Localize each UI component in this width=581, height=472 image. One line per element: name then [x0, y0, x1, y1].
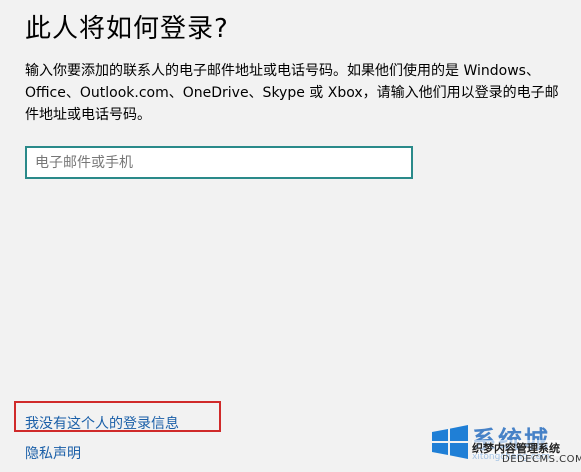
watermark: 系统城 织梦内容管理系统 xitongcheng.com DEDECMS.COM — [428, 418, 581, 470]
no-signin-info-link[interactable]: 我没有这个人的登录信息 — [25, 413, 179, 433]
email-or-phone-input[interactable] — [25, 146, 413, 179]
page-title: 此人将如何登录? — [25, 14, 229, 44]
windows-logo-icon — [432, 425, 468, 459]
instructions-text: 输入你要添加的联系人的电子邮件地址或电话号码。如果他们使用的是 Windows、… — [25, 63, 559, 123]
privacy-statement-link[interactable]: 隐私声明 — [25, 443, 81, 463]
watermark-domain: DEDECMS.COM — [502, 454, 581, 465]
